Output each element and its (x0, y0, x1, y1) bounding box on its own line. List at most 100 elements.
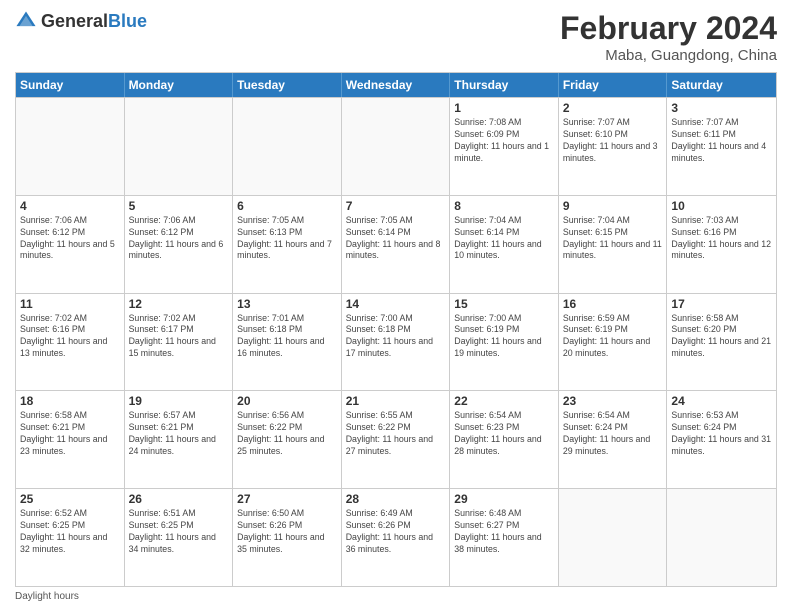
cal-cell (559, 489, 668, 586)
cal-header-cell: Thursday (450, 73, 559, 97)
day-number: 2 (563, 101, 663, 115)
day-info: Sunrise: 6:48 AM Sunset: 6:27 PM Dayligh… (454, 508, 554, 556)
day-info: Sunrise: 7:05 AM Sunset: 6:13 PM Dayligh… (237, 215, 337, 263)
day-number: 14 (346, 297, 446, 311)
logo-blue: Blue (108, 11, 147, 31)
day-info: Sunrise: 6:49 AM Sunset: 6:26 PM Dayligh… (346, 508, 446, 556)
day-number: 7 (346, 199, 446, 213)
logo-icon (15, 10, 37, 32)
cal-row: 11 Sunrise: 7:02 AM Sunset: 6:16 PM Dayli… (16, 293, 776, 391)
day-info: Sunrise: 6:53 AM Sunset: 6:24 PM Dayligh… (671, 410, 772, 458)
cal-header-cell: Monday (125, 73, 234, 97)
day-info: Sunrise: 7:00 AM Sunset: 6:19 PM Dayligh… (454, 313, 554, 361)
day-number: 24 (671, 394, 772, 408)
day-info: Sunrise: 6:50 AM Sunset: 6:26 PM Dayligh… (237, 508, 337, 556)
cal-cell (667, 489, 776, 586)
day-info: Sunrise: 6:58 AM Sunset: 6:21 PM Dayligh… (20, 410, 120, 458)
title-area: February 2024 Maba, Guangdong, China (560, 10, 777, 64)
calendar-header: SundayMondayTuesdayWednesdayThursdayFrid… (16, 73, 776, 97)
cal-cell (233, 98, 342, 195)
day-info: Sunrise: 7:03 AM Sunset: 6:16 PM Dayligh… (671, 215, 772, 263)
header: GeneralBlue February 2024 Maba, Guangdon… (15, 10, 777, 64)
cal-cell (16, 98, 125, 195)
day-number: 1 (454, 101, 554, 115)
day-number: 17 (671, 297, 772, 311)
cal-cell: 8 Sunrise: 7:04 AM Sunset: 6:14 PM Daylig… (450, 196, 559, 293)
day-number: 15 (454, 297, 554, 311)
day-number: 12 (129, 297, 229, 311)
day-number: 23 (563, 394, 663, 408)
day-info: Sunrise: 6:52 AM Sunset: 6:25 PM Dayligh… (20, 508, 120, 556)
cal-cell (125, 98, 234, 195)
cal-cell: 24 Sunrise: 6:53 AM Sunset: 6:24 PM Dayli… (667, 391, 776, 488)
cal-cell: 21 Sunrise: 6:55 AM Sunset: 6:22 PM Dayli… (342, 391, 451, 488)
day-number: 11 (20, 297, 120, 311)
cal-cell: 29 Sunrise: 6:48 AM Sunset: 6:27 PM Dayli… (450, 489, 559, 586)
cal-cell: 23 Sunrise: 6:54 AM Sunset: 6:24 PM Dayli… (559, 391, 668, 488)
day-number: 4 (20, 199, 120, 213)
cal-cell: 25Sunrise: 6:52 AM Sunset: 6:25 PM Dayli… (16, 489, 125, 586)
day-number: 27 (237, 492, 337, 506)
day-number: 26 (129, 492, 229, 506)
day-info: Sunrise: 7:05 AM Sunset: 6:14 PM Dayligh… (346, 215, 446, 263)
cal-row: 25Sunrise: 6:52 AM Sunset: 6:25 PM Dayli… (16, 488, 776, 586)
day-info: Sunrise: 7:06 AM Sunset: 6:12 PM Dayligh… (129, 215, 229, 263)
day-info: Sunrise: 7:07 AM Sunset: 6:10 PM Dayligh… (563, 117, 663, 165)
footer: Daylight hours (15, 591, 777, 602)
day-info: Sunrise: 7:02 AM Sunset: 6:16 PM Dayligh… (20, 313, 120, 361)
day-number: 28 (346, 492, 446, 506)
cal-header-cell: Tuesday (233, 73, 342, 97)
cal-cell (342, 98, 451, 195)
day-info: Sunrise: 7:06 AM Sunset: 6:12 PM Dayligh… (20, 215, 120, 263)
cal-header-cell: Sunday (16, 73, 125, 97)
day-number: 16 (563, 297, 663, 311)
day-number: 21 (346, 394, 446, 408)
cal-cell: 7 Sunrise: 7:05 AM Sunset: 6:14 PM Daylig… (342, 196, 451, 293)
cal-cell: 3Sunrise: 7:07 AM Sunset: 6:11 PM Daylig… (667, 98, 776, 195)
day-info: Sunrise: 7:04 AM Sunset: 6:15 PM Dayligh… (563, 215, 663, 263)
day-number: 19 (129, 394, 229, 408)
cal-cell: 4 Sunrise: 7:06 AM Sunset: 6:12 PM Daylig… (16, 196, 125, 293)
cal-cell: 17 Sunrise: 6:58 AM Sunset: 6:20 PM Dayli… (667, 294, 776, 391)
month-year: February 2024 (560, 10, 777, 47)
cal-cell: 16Sunrise: 6:59 AM Sunset: 6:19 PM Dayli… (559, 294, 668, 391)
cal-row: 18 Sunrise: 6:58 AM Sunset: 6:21 PM Dayli… (16, 390, 776, 488)
day-number: 10 (671, 199, 772, 213)
day-number: 9 (563, 199, 663, 213)
day-number: 20 (237, 394, 337, 408)
page: GeneralBlue February 2024 Maba, Guangdon… (0, 0, 792, 612)
day-info: Sunrise: 7:04 AM Sunset: 6:14 PM Dayligh… (454, 215, 554, 263)
day-info: Sunrise: 6:54 AM Sunset: 6:24 PM Dayligh… (563, 410, 663, 458)
day-info: Sunrise: 6:58 AM Sunset: 6:20 PM Dayligh… (671, 313, 772, 361)
cal-cell: 18 Sunrise: 6:58 AM Sunset: 6:21 PM Dayli… (16, 391, 125, 488)
day-info: Sunrise: 6:54 AM Sunset: 6:23 PM Dayligh… (454, 410, 554, 458)
logo-general: General (41, 11, 108, 31)
cal-cell: 22 Sunrise: 6:54 AM Sunset: 6:23 PM Dayli… (450, 391, 559, 488)
footer-label: Daylight hours (15, 591, 79, 602)
cal-cell: 12 Sunrise: 7:02 AM Sunset: 6:17 PM Dayli… (125, 294, 234, 391)
cal-cell: 28 Sunrise: 6:49 AM Sunset: 6:26 PM Dayli… (342, 489, 451, 586)
day-info: Sunrise: 6:56 AM Sunset: 6:22 PM Dayligh… (237, 410, 337, 458)
cal-cell: 27 Sunrise: 6:50 AM Sunset: 6:26 PM Dayli… (233, 489, 342, 586)
cal-cell: 20 Sunrise: 6:56 AM Sunset: 6:22 PM Dayli… (233, 391, 342, 488)
day-info: Sunrise: 7:01 AM Sunset: 6:18 PM Dayligh… (237, 313, 337, 361)
cal-row: 1 Sunrise: 7:08 AM Sunset: 6:09 PM Daylig… (16, 97, 776, 195)
calendar: SundayMondayTuesdayWednesdayThursdayFrid… (15, 72, 777, 587)
day-info: Sunrise: 7:02 AM Sunset: 6:17 PM Dayligh… (129, 313, 229, 361)
day-number: 8 (454, 199, 554, 213)
day-number: 22 (454, 394, 554, 408)
cal-cell: 14Sunrise: 7:00 AM Sunset: 6:18 PM Dayli… (342, 294, 451, 391)
day-number: 13 (237, 297, 337, 311)
cal-row: 4 Sunrise: 7:06 AM Sunset: 6:12 PM Daylig… (16, 195, 776, 293)
calendar-body: 1 Sunrise: 7:08 AM Sunset: 6:09 PM Daylig… (16, 97, 776, 586)
cal-cell: 5Sunrise: 7:06 AM Sunset: 6:12 PM Daylig… (125, 196, 234, 293)
day-number: 29 (454, 492, 554, 506)
cal-cell: 2 Sunrise: 7:07 AM Sunset: 6:10 PM Daylig… (559, 98, 668, 195)
cal-cell: 10 Sunrise: 7:03 AM Sunset: 6:16 PM Dayli… (667, 196, 776, 293)
day-info: Sunrise: 6:55 AM Sunset: 6:22 PM Dayligh… (346, 410, 446, 458)
day-number: 18 (20, 394, 120, 408)
day-info: Sunrise: 7:08 AM Sunset: 6:09 PM Dayligh… (454, 117, 554, 165)
cal-cell: 11 Sunrise: 7:02 AM Sunset: 6:16 PM Dayli… (16, 294, 125, 391)
cal-header-cell: Saturday (667, 73, 776, 97)
cal-header-cell: Wednesday (342, 73, 451, 97)
